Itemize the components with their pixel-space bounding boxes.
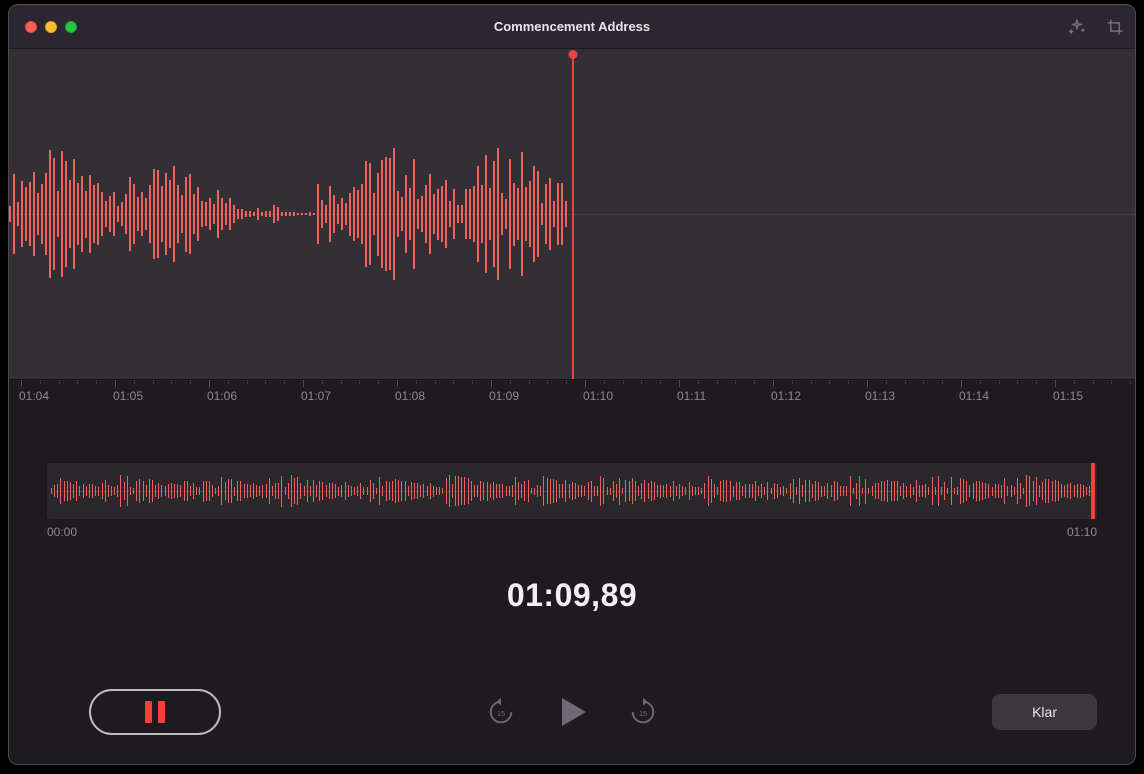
app-window: Commencement Address 01:0401:0501:060 (8, 4, 1136, 765)
ruler-label: 01:08 (395, 389, 425, 403)
pause-icon (145, 701, 165, 723)
titlebar: Commencement Address (9, 5, 1135, 49)
trim-icon[interactable] (1105, 17, 1125, 37)
waveform-bars (9, 124, 569, 304)
ruler-label: 01:07 (301, 389, 331, 403)
enhance-icon[interactable] (1067, 17, 1087, 37)
record-pause-button[interactable] (89, 689, 221, 735)
ruler-label: 01:04 (19, 389, 49, 403)
svg-text:15: 15 (639, 709, 647, 718)
ruler-label: 01:13 (865, 389, 895, 403)
overview-start-time: 00:00 (47, 525, 77, 539)
skip-back-15-button[interactable]: 15 (486, 697, 516, 727)
overview-cursor[interactable] (1091, 463, 1095, 519)
window-controls (25, 21, 77, 33)
playhead[interactable] (572, 54, 574, 379)
overview: 00:00 01:10 (47, 463, 1097, 539)
overview-strip[interactable] (47, 463, 1097, 519)
close-button[interactable] (25, 21, 37, 33)
window-title: Commencement Address (494, 19, 650, 34)
svg-text:15: 15 (497, 709, 505, 718)
ruler-label: 01:05 (113, 389, 143, 403)
controls: 15 15 Klar (9, 684, 1135, 740)
ruler-label: 01:15 (1053, 389, 1083, 403)
ruler-label: 01:14 (959, 389, 989, 403)
overview-time-labels: 00:00 01:10 (47, 525, 1097, 539)
overview-bars (51, 471, 1093, 511)
play-button[interactable] (552, 692, 592, 732)
ruler-label: 01:10 (583, 389, 613, 403)
overview-end-time: 01:10 (1067, 525, 1097, 539)
ruler-label: 01:12 (771, 389, 801, 403)
toolbar-right (1067, 17, 1125, 37)
transport-controls: 15 15 (486, 692, 658, 732)
current-time: 01:09,89 (9, 577, 1135, 614)
ruler-label: 01:09 (489, 389, 519, 403)
ruler-label: 01:11 (677, 389, 706, 403)
main-waveform[interactable] (9, 49, 1135, 379)
skip-forward-15-button[interactable]: 15 (628, 697, 658, 727)
ruler-label: 01:06 (207, 389, 237, 403)
fullscreen-button[interactable] (65, 21, 77, 33)
time-ruler[interactable]: 01:04 01:05 01:06 01:07 01:08 01:09 01:10 01:11… (9, 379, 1135, 423)
done-button[interactable]: Klar (992, 694, 1097, 730)
minimize-button[interactable] (45, 21, 57, 33)
